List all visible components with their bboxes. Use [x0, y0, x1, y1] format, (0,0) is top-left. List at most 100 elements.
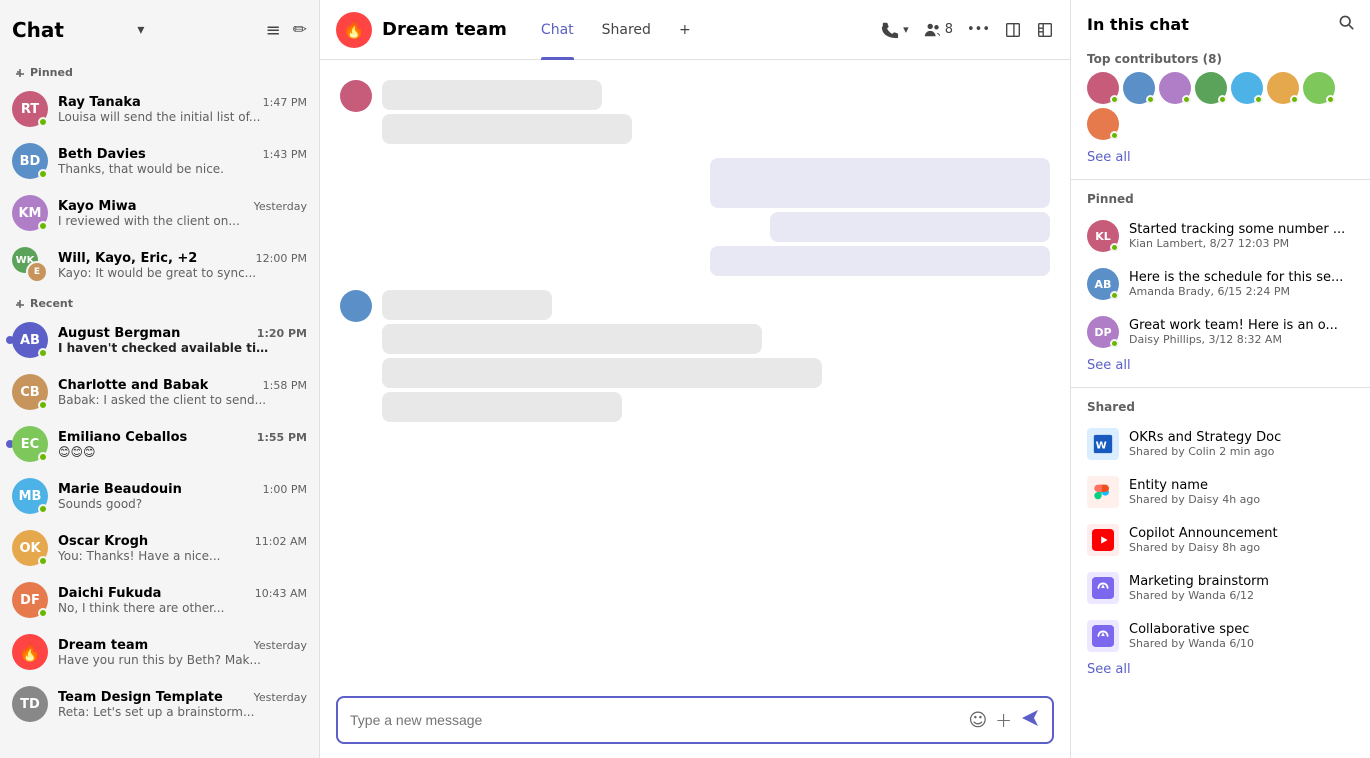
send-button[interactable]	[1020, 708, 1040, 733]
compose-icon[interactable]: ✏	[293, 20, 307, 40]
chat-item-beth-davies[interactable]: BD Beth Davies 1:43 PM Thanks, that woul…	[0, 135, 319, 187]
pinned-item-3[interactable]: DP Great work team! Here is an o... Dais…	[1071, 308, 1370, 356]
emoji-button[interactable]: ☺	[968, 710, 987, 731]
pinned-meta: Amanda Brady, 6/15 2:24 PM	[1129, 285, 1354, 298]
chat-name: Charlotte and Babak	[58, 378, 208, 393]
shared-item-marketing[interactable]: Marketing brainstorm Shared by Wanda 6/1…	[1071, 564, 1370, 612]
sidebar-title: Chat	[12, 18, 133, 42]
chat-item-daichi[interactable]: DF Daichi Fukuda 10:43 AM No, I think th…	[0, 574, 319, 626]
word-icon: W	[1087, 428, 1119, 460]
shared-item-copilot[interactable]: Copilot Announcement Shared by Daisy 8h …	[1071, 516, 1370, 564]
contributors-see-all[interactable]: See all	[1071, 148, 1370, 175]
chat-item-oscar[interactable]: OK Oscar Krogh 11:02 AM You: Thanks! Hav…	[0, 522, 319, 574]
message-bubble	[710, 158, 1050, 208]
chat-preview: Have you run this by Beth? Mak...	[58, 653, 278, 667]
chat-time: 12:00 PM	[256, 252, 307, 265]
message-bubble	[770, 212, 1050, 242]
pinned-see-all[interactable]: See all	[1071, 356, 1370, 383]
loop-icon	[1087, 572, 1119, 604]
chat-panel-button[interactable]	[1004, 21, 1022, 39]
pinned-item-1[interactable]: KL Started tracking some number ... Kian…	[1071, 212, 1370, 260]
chat-preview: I haven't checked available time...	[58, 341, 278, 355]
shared-info: Collaborative spec Shared by Wanda 6/10	[1129, 622, 1354, 650]
header-actions: ▾ 8 •••	[881, 21, 1054, 39]
contributors-label: Top contributors (8)	[1071, 44, 1370, 72]
shared-info: Entity name Shared by Daisy 4h ago	[1129, 478, 1354, 506]
pinned-info: Started tracking some number ... Kian La…	[1129, 222, 1354, 250]
avatar: AB	[12, 322, 48, 358]
shared-item-collab-spec[interactable]: Collaborative spec Shared by Wanda 6/10	[1071, 612, 1370, 660]
chat-item-ray-tanaka[interactable]: RT Ray Tanaka 1:47 PM Louisa will send t…	[0, 83, 319, 135]
chat-item-kayo-miwa[interactable]: KM Kayo Miwa Yesterday I reviewed with t…	[0, 187, 319, 239]
chat-preview: Kayo: It would be great to sync...	[58, 266, 278, 280]
chat-item-august-bergman[interactable]: AB August Bergman 1:20 PM I haven't chec…	[0, 314, 319, 366]
message-bubbles	[382, 290, 773, 422]
pinned-item-2[interactable]: AB Here is the schedule for this se... A…	[1071, 260, 1370, 308]
chat-time: 1:43 PM	[263, 148, 307, 161]
shared-meta: Shared by Wanda 6/12	[1129, 589, 1354, 602]
chat-preview: Reta: Let's set up a brainstorm...	[58, 705, 278, 719]
avatar: 🔥	[12, 634, 48, 670]
expand-button[interactable]	[1036, 21, 1054, 39]
pinned-meta: Kian Lambert, 8/27 12:03 PM	[1129, 237, 1354, 250]
main-header: 🔥 Dream team Chat Shared + ▾ 8 •••	[320, 0, 1070, 60]
call-button[interactable]: ▾	[881, 21, 909, 39]
pinned-text: Here is the schedule for this se...	[1129, 270, 1354, 285]
filter-icon[interactable]: ≡	[266, 20, 281, 41]
message-avatar	[340, 80, 372, 112]
pinned-text: Started tracking some number ...	[1129, 222, 1354, 237]
chat-input-area: ☺ +	[320, 686, 1070, 758]
avatar: RT	[12, 91, 48, 127]
chat-title: Dream team	[382, 19, 507, 40]
shared-meta: Shared by Wanda 6/10	[1129, 637, 1354, 650]
contributor-avatar	[1087, 72, 1119, 104]
avatar: EC	[12, 426, 48, 462]
shared-item-entity[interactable]: Entity name Shared by Daisy 4h ago	[1071, 468, 1370, 516]
shared-see-all[interactable]: See all	[1071, 660, 1370, 687]
shared-name: Marketing brainstorm	[1129, 574, 1354, 589]
tab-shared[interactable]: Shared	[588, 0, 665, 60]
pinned-avatar: KL	[1087, 220, 1119, 252]
chevron-down-icon[interactable]: ▾	[137, 22, 144, 38]
shared-meta: Shared by Daisy 8h ago	[1129, 541, 1354, 554]
search-icon[interactable]	[1338, 14, 1354, 34]
avatar: KM	[12, 195, 48, 231]
avatar: MB	[12, 478, 48, 514]
sidebar-header: Chat ▾ ≡ ✏	[0, 0, 319, 60]
message-input[interactable]	[350, 712, 960, 728]
chat-item-dream-team[interactable]: 🔥 Dream team Yesterday Have you run this…	[0, 626, 319, 678]
chat-time: Yesterday	[254, 639, 307, 652]
chat-item-team-design[interactable]: TD Team Design Template Yesterday Reta: …	[0, 678, 319, 730]
avatar: DF	[12, 582, 48, 618]
chat-name: Team Design Template	[58, 690, 223, 705]
loop-icon	[1087, 620, 1119, 652]
message-bubbles	[710, 158, 1050, 276]
tab-chat[interactable]: Chat	[527, 0, 588, 60]
tab-add[interactable]: +	[665, 0, 705, 60]
chat-item-will-kayo[interactable]: WK E Will, Kayo, Eric, +2 12:00 PM Kayo:…	[0, 239, 319, 291]
chat-time: 1:55 PM	[257, 431, 307, 444]
avatar: OK	[12, 530, 48, 566]
right-panel: In this chat Top contributors (8) See al…	[1070, 0, 1370, 758]
shared-item-okrs[interactable]: W OKRs and Strategy Doc Shared by Colin …	[1071, 420, 1370, 468]
main-chat-area: 🔥 Dream team Chat Shared + ▾ 8 •••	[320, 0, 1070, 758]
chat-name: Daichi Fukuda	[58, 586, 161, 601]
chat-name: Dream team	[58, 638, 148, 653]
pinned-label: Pinned	[1071, 184, 1370, 212]
chat-name: Oscar Krogh	[58, 534, 148, 549]
chat-item-emiliano[interactable]: EC Emiliano Ceballos 1:55 PM 😊😊😊	[0, 418, 319, 470]
chat-item-charlotte-babak[interactable]: CB Charlotte and Babak 1:58 PM Babak: I …	[0, 366, 319, 418]
divider	[1071, 387, 1370, 388]
chat-time: Yesterday	[254, 691, 307, 704]
sidebar: Chat ▾ ≡ ✏ Pinned RT Ray Tanaka 1:47 PM …	[0, 0, 320, 758]
chat-preview: No, I think there are other...	[58, 601, 278, 615]
chat-item-marie[interactable]: MB Marie Beaudouin 1:00 PM Sounds good?	[0, 470, 319, 522]
chat-preview: I reviewed with the client on...	[58, 214, 278, 228]
shared-name: Copilot Announcement	[1129, 526, 1354, 541]
participants-button[interactable]: 8	[923, 21, 953, 39]
shared-meta: Shared by Colin 2 min ago	[1129, 445, 1354, 458]
chat-preview: Thanks, that would be nice.	[58, 162, 278, 176]
more-options-button[interactable]: •••	[967, 22, 990, 37]
shared-info: Marketing brainstorm Shared by Wanda 6/1…	[1129, 574, 1354, 602]
attach-button[interactable]: +	[995, 708, 1012, 732]
